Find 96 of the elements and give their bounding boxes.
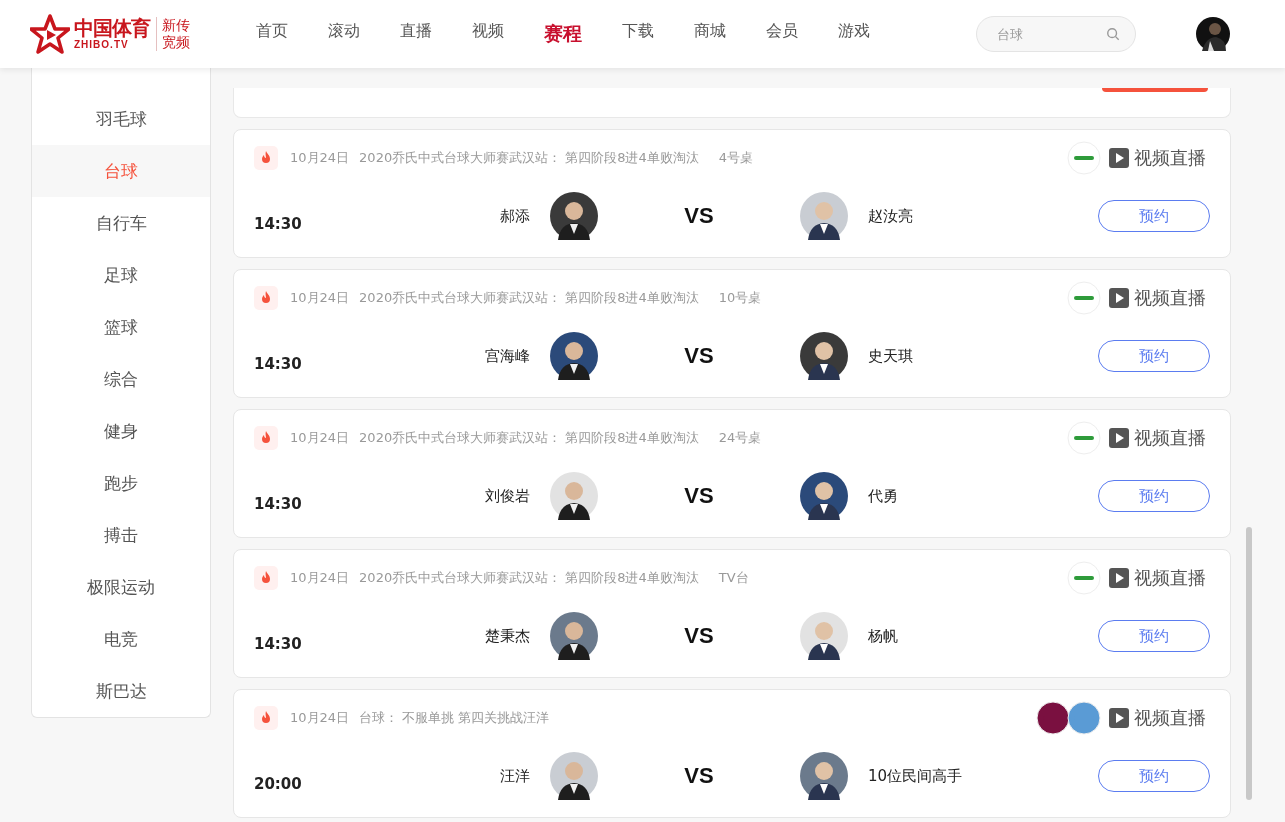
channel-logo-icon xyxy=(1067,561,1101,595)
table-label: 10号桌 xyxy=(718,289,762,307)
nav-link[interactable]: 下载 xyxy=(622,21,654,47)
match-date: 10月24日 xyxy=(290,709,350,727)
live-link[interactable]: 视频直播 xyxy=(1109,706,1206,730)
player-name: 楚秉杰 xyxy=(484,626,530,646)
sidebar-item[interactable]: 健身 xyxy=(32,405,210,457)
play-icon xyxy=(1109,288,1129,308)
nav-link[interactable]: 赛程 xyxy=(544,21,582,47)
sidebar-item[interactable]: 极限运动 xyxy=(32,561,210,613)
play-icon xyxy=(1109,428,1129,448)
reserve-button[interactable]: 预约 xyxy=(1098,620,1210,652)
event-name: 2020乔氏中式台球大师赛武汉站： xyxy=(359,289,562,307)
player-name: 10位民间高手 xyxy=(868,766,963,786)
fire-icon xyxy=(254,706,278,730)
logo-domain: ZHIBO.TV xyxy=(74,39,130,51)
logo-tagline: 新传 xyxy=(162,17,190,34)
reserve-button[interactable]: 预约 xyxy=(1098,760,1210,792)
table-label: 4号桌 xyxy=(718,149,753,167)
reserve-button[interactable]: 预约 xyxy=(1098,340,1210,372)
channel-logo-icon xyxy=(1067,281,1101,315)
reserve-button[interactable]: 预约 xyxy=(1098,200,1210,232)
match-time: 14:30 xyxy=(254,214,303,233)
live-label: 视频直播 xyxy=(1134,286,1206,310)
sidebar-item[interactable]: 搏击 xyxy=(32,509,210,561)
event-name: 2020乔氏中式台球大师赛武汉站： xyxy=(359,429,562,447)
match-time: 14:30 xyxy=(254,634,303,653)
match-date: 10月24日 xyxy=(290,149,350,167)
nav-link[interactable]: 商城 xyxy=(694,21,726,47)
table-label: TV台 xyxy=(718,569,749,587)
live-link[interactable]: 视频直播 xyxy=(1109,426,1206,450)
sidebar-item[interactable]: 跑步 xyxy=(32,457,210,509)
sidebar-item[interactable]: 斯巴达 xyxy=(32,665,210,717)
reserve-button[interactable]: 预约 xyxy=(1098,480,1210,512)
nav-link[interactable]: 首页 xyxy=(256,21,288,47)
fire-icon xyxy=(254,146,278,170)
sidebar-item[interactable]: 足球 xyxy=(32,249,210,301)
player-name: 史天琪 xyxy=(868,346,913,366)
channel-logo-icon xyxy=(1067,141,1101,175)
play-icon xyxy=(1109,708,1129,728)
nav-link[interactable]: 直播 xyxy=(400,21,432,47)
player-name: 赵汝亮 xyxy=(868,206,913,226)
live-link[interactable]: 视频直播 xyxy=(1109,146,1206,170)
player-name: 郝添 xyxy=(499,206,530,226)
sidebar-item[interactable]: 篮球 xyxy=(32,301,210,353)
live-label: 视频直播 xyxy=(1134,566,1206,590)
sidebar-item[interactable]: 羽毛球 xyxy=(32,93,210,145)
match-time: 14:30 xyxy=(254,354,303,373)
match-time: 20:00 xyxy=(254,774,303,793)
nav-link[interactable]: 游戏 xyxy=(838,21,870,47)
logo-title: 中国体育 xyxy=(74,17,150,39)
nav-link[interactable]: 滚动 xyxy=(328,21,360,47)
channel-logo-icon xyxy=(1067,421,1101,455)
star-logo-icon xyxy=(30,14,70,54)
search-field[interactable]: 台球 xyxy=(976,16,1136,52)
live-label: 视频直播 xyxy=(1134,706,1206,730)
scrollbar-thumb[interactable] xyxy=(1246,527,1252,800)
nav-link[interactable]: 会员 xyxy=(766,21,798,47)
event-name: 2020乔氏中式台球大师赛武汉站： xyxy=(359,569,562,587)
table-label: 24号桌 xyxy=(718,429,762,447)
live-link[interactable]: 视频直播 xyxy=(1109,566,1206,590)
sidebar-item[interactable]: 电竞 xyxy=(32,613,210,665)
player-name: 杨帆 xyxy=(868,626,898,646)
logo-tagline: 宽频 xyxy=(162,34,190,51)
fire-icon xyxy=(254,566,278,590)
play-icon xyxy=(1109,148,1129,168)
versus-label: VS xyxy=(683,203,715,229)
play-icon xyxy=(1109,568,1129,588)
fire-icon xyxy=(254,286,278,310)
sidebar-item[interactable]: 自行车 xyxy=(32,197,210,249)
sidebar-item[interactable]: 综合 xyxy=(32,353,210,405)
versus-label: VS xyxy=(683,343,715,369)
match-stage: 第四阶段8进4单败淘汰 xyxy=(565,149,699,167)
versus-label: VS xyxy=(683,483,715,509)
search-icon[interactable] xyxy=(1106,27,1120,41)
match-stage: 不服单挑 第四关挑战汪洋 xyxy=(402,709,550,727)
versus-label: VS xyxy=(683,623,715,649)
live-link[interactable]: 视频直播 xyxy=(1109,286,1206,310)
player-name: 刘俊岩 xyxy=(484,486,530,506)
live-label: 视频直播 xyxy=(1134,146,1206,170)
player-name: 汪洋 xyxy=(499,766,530,786)
event-name: 台球： xyxy=(359,709,399,727)
match-stage: 第四阶段8进4单败淘汰 xyxy=(565,569,699,587)
match-stage: 第四阶段8进4单败淘汰 xyxy=(565,429,699,447)
match-stage: 第四阶段8进4单败淘汰 xyxy=(565,289,699,307)
match-date: 10月24日 xyxy=(290,429,350,447)
match-date: 10月24日 xyxy=(290,289,350,307)
player-name: 宫海峰 xyxy=(484,346,530,366)
player-name: 代勇 xyxy=(868,486,898,506)
event-name: 2020乔氏中式台球大师赛武汉站： xyxy=(359,149,562,167)
match-date: 10月24日 xyxy=(290,569,350,587)
live-label: 视频直播 xyxy=(1134,426,1206,450)
fire-icon xyxy=(254,426,278,450)
nav-link[interactable]: 视频 xyxy=(472,21,504,47)
match-time: 14:30 xyxy=(254,494,303,513)
versus-label: VS xyxy=(683,763,715,789)
